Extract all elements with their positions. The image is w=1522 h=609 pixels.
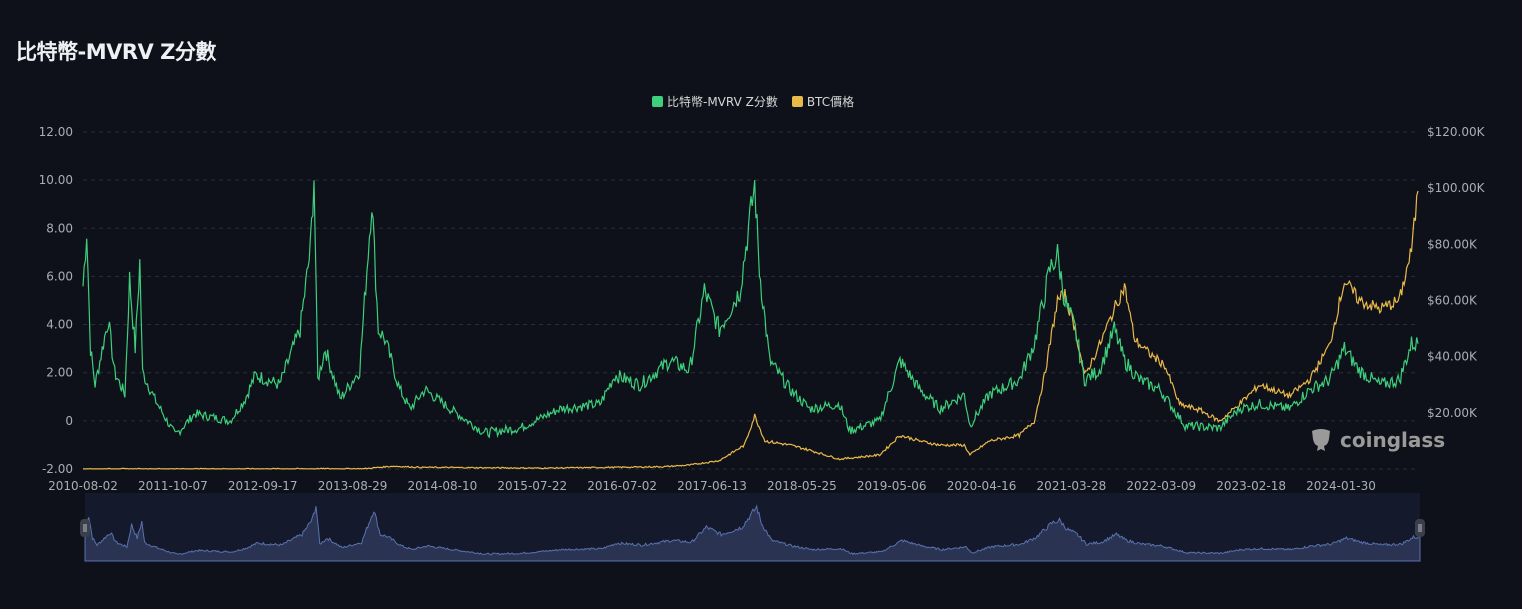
x-tick-label: 2013-08-29 [318,479,388,493]
x-tick-label: 2011-10-07 [138,479,208,493]
x-tick-label: 2019-05-06 [857,479,927,493]
x-tick-label: 2022-03-09 [1126,479,1196,493]
y-right-tick-label: $60.00K [1427,294,1478,308]
y-left-tick-label: 0 [65,414,73,428]
x-tick-label: 2015-07-22 [497,479,567,493]
y-left-tick-label: 10.00 [39,173,73,187]
y-left-tick-label: 12.00 [39,125,73,139]
x-tick-label: 2014-08-10 [408,479,478,493]
data-zoom-left-handle[interactable] [80,519,90,537]
chart-canvas: -2.00 0 2.00 4.00 6.00 8.00 10.00 12.00 $20.00K $… [39,125,1486,562]
y-right-tick-label: $120.00K [1427,125,1486,139]
y-right-tick-label: $80.00K [1427,237,1478,251]
watermark-text: coinglass [1340,428,1446,452]
x-tick-label: 2021-03-28 [1037,479,1107,493]
y-left-tick-label: 8.00 [46,221,73,235]
mvrv-z-score-line [82,180,1419,439]
x-tick-label: 2010-08-02 [48,479,118,493]
y-right-tick-label: $20.00K [1427,406,1478,420]
x-tick-label: 2016-07-02 [587,479,657,493]
x-tick-label: 2024-01-30 [1306,479,1376,493]
y-left-tick-label: 2.00 [46,366,73,380]
x-tick-label: 2018-05-25 [767,479,837,493]
x-tick-label: 2023-02-18 [1216,479,1286,493]
coinglass-logo-icon [1312,429,1330,451]
y-left-tick-label: 4.00 [46,318,73,332]
y-left-tick-label: 6.00 [46,269,73,283]
y-right-tick-label: $40.00K [1427,350,1478,364]
x-tick-label: 2017-06-13 [677,479,747,493]
coinglass-watermark: coinglass [1308,427,1445,453]
x-tick-label: 2020-04-16 [947,479,1017,493]
y-right-tick-label: $100.00K [1427,181,1486,195]
x-tick-label: 2012-09-17 [228,479,298,493]
y-left-tick-label: -2.00 [42,462,73,476]
data-zoom-right-handle[interactable] [1415,519,1425,537]
